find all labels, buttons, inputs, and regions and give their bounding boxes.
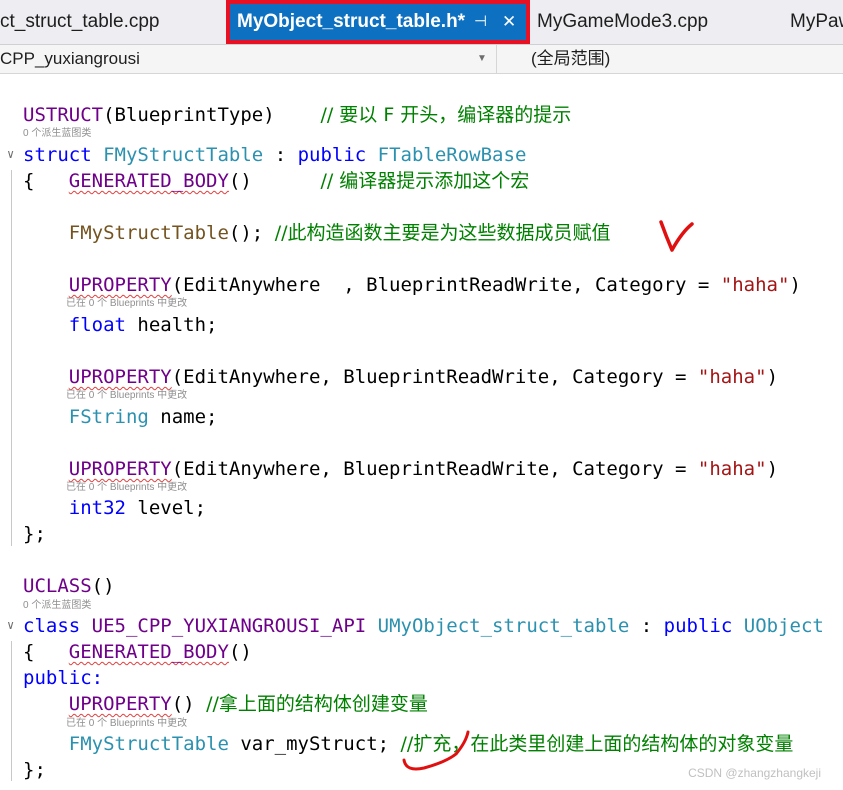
annotation-overlay: [402, 220, 694, 771]
checkmark-annotation: [659, 220, 694, 252]
underline-annotation: [402, 730, 470, 771]
watermark: CSDN @zhangzhangkeji: [688, 766, 821, 780]
